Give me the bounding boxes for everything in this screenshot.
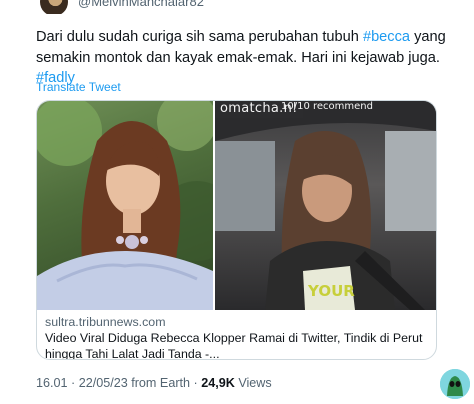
views-count[interactable]: 24,9K [201,376,235,390]
photo-woman-in-car-art: YOUR [215,101,436,310]
tweet-text-part1: Dari dulu sudah curiga sih sama perubaha… [36,29,363,45]
tweet-timestamp[interactable]: 16.01 · 22/05/23 from Earth · [36,376,201,390]
floating-avatar-icon[interactable] [440,369,470,399]
author-handle[interactable]: @MelvinManchaiar82 [78,0,204,9]
alien-avatar-icon [440,369,470,399]
card-info[interactable]: sultra.tribunnews.com Video Viral Diduga… [37,310,436,359]
photo-woman-outdoors-art [37,101,213,310]
card-domain: sultra.tribunnews.com [45,315,166,329]
views-label: Views [234,376,272,390]
image-overlay-text: 10/10 recommend [281,101,373,112]
photo-woman-in-car: YOUR omatcha.n! 10/10 recommend [215,101,436,310]
link-preview-card[interactable]: YOUR omatcha.n! 10/10 recommend sultra.t… [36,100,437,360]
translate-tweet-link[interactable]: Translate Tweet [36,80,121,94]
tweet-meta: 16.01 · 22/05/23 from Earth · 24,9K View… [36,376,272,390]
card-media[interactable]: YOUR omatcha.n! 10/10 recommend [37,101,436,310]
card-headline: Video Viral Diduga Rebecca Klopper Ramai… [45,331,423,360]
svg-text:YOUR: YOUR [307,282,355,300]
photo-woman-outdoors [37,101,213,310]
tweet-author-row: @MelvinManchaiar82 [0,0,474,14]
author-avatar[interactable] [40,0,68,14]
hashtag-becca[interactable]: #becca [363,29,410,45]
